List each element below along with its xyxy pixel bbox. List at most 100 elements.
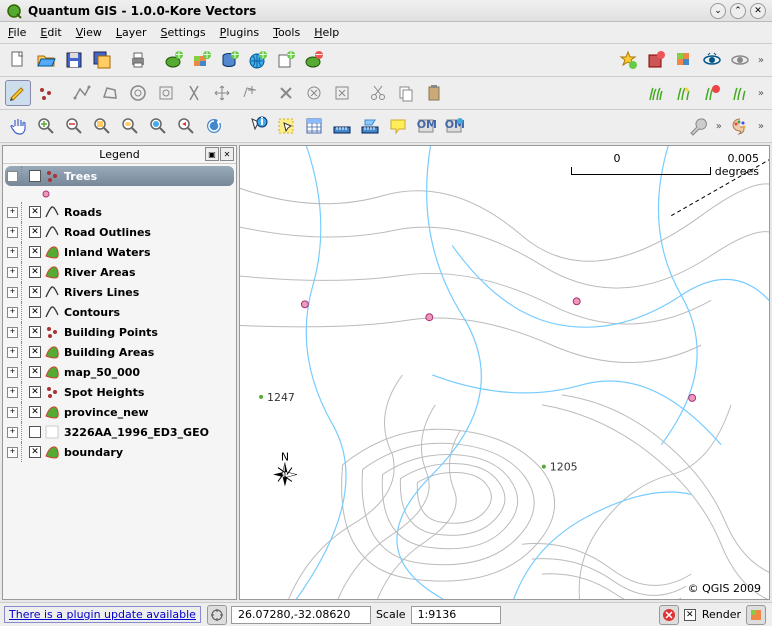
attribute-table-button[interactable]	[301, 113, 327, 139]
zoom-selection-button[interactable]	[89, 113, 115, 139]
coord-capture-button[interactable]	[207, 605, 227, 625]
expand-icon[interactable]: +	[7, 387, 18, 398]
stop-render-button[interactable]	[659, 605, 679, 625]
options-button[interactable]	[685, 113, 711, 139]
layer-visibility-checkbox[interactable]: ✕	[29, 366, 41, 378]
menu-plugins[interactable]: Plugins	[220, 26, 259, 39]
maximize-button[interactable]: ⌃	[730, 3, 746, 19]
edit-toggle-button[interactable]	[5, 80, 31, 106]
save-as-button[interactable]	[89, 47, 115, 73]
expand-icon[interactable]: +	[7, 247, 18, 258]
delete-part-button[interactable]	[329, 80, 355, 106]
menu-layer[interactable]: Layer	[116, 26, 147, 39]
expand-icon[interactable]: −	[7, 171, 18, 182]
measure-line-button[interactable]	[329, 113, 355, 139]
expand-icon[interactable]: +	[7, 227, 18, 238]
split-button[interactable]	[181, 80, 207, 106]
layer-row-roads[interactable]: +✕Roads	[5, 202, 234, 222]
zoom-full-button[interactable]	[145, 113, 171, 139]
layer-row-inland-waters[interactable]: +✕Inland Waters	[5, 242, 234, 262]
layer-visibility-checkbox[interactable]: ✕	[29, 326, 41, 338]
select-button[interactable]	[273, 113, 299, 139]
layer-visibility-checkbox[interactable]: ✕	[29, 386, 41, 398]
delete-selected-button[interactable]	[273, 80, 299, 106]
add-vector-button[interactable]: +	[161, 47, 187, 73]
layer-visibility-checkbox[interactable]	[29, 426, 41, 438]
zoom-layer-button[interactable]	[117, 113, 143, 139]
grass-tool3-button[interactable]	[699, 80, 725, 106]
layer-row-3226aa-1996-ed3-geo[interactable]: +3226AA_1996_ED3_GEO	[5, 422, 234, 442]
pan-button[interactable]	[5, 113, 31, 139]
grass-tool2-button[interactable]	[671, 80, 697, 106]
layer-visibility-checkbox[interactable]: ✕	[29, 170, 41, 182]
layer-row-rivers-lines[interactable]: +✕Rivers Lines	[5, 282, 234, 302]
layer-row-road-outlines[interactable]: +✕Road Outlines	[5, 222, 234, 242]
map-canvas[interactable]: 1247 1205 N 0 0.005 degrees © QGIS 2009	[239, 145, 770, 600]
layer-row-trees[interactable]: −✕Trees	[5, 166, 234, 186]
add-island-button[interactable]	[153, 80, 179, 106]
menu-help[interactable]: Help	[314, 26, 339, 39]
zoom-last-button[interactable]	[173, 113, 199, 139]
plugin-update-link[interactable]: There is a plugin update available	[4, 606, 201, 623]
layer-row-map-50-000[interactable]: +✕map_50_000	[5, 362, 234, 382]
add-raster-button[interactable]: +	[189, 47, 215, 73]
legend-close-button[interactable]: ✕	[220, 147, 234, 161]
layer-visibility-checkbox[interactable]: ✕	[29, 246, 41, 258]
expand-icon[interactable]: +	[7, 347, 18, 358]
menu-tools[interactable]: Tools	[273, 26, 300, 39]
layer-visibility-checkbox[interactable]: ✕	[29, 346, 41, 358]
layer-row-building-points[interactable]: +✕Building Points	[5, 322, 234, 342]
legend-undock-button[interactable]: ▣	[205, 147, 219, 161]
expand-icon[interactable]: +	[7, 327, 18, 338]
new-project-button[interactable]	[5, 47, 31, 73]
expand-icon[interactable]: +	[7, 447, 18, 458]
grass-tool1-button[interactable]	[643, 80, 669, 106]
bookmark-del-button[interactable]	[643, 47, 669, 73]
layer-row-boundary[interactable]: +✕boundary	[5, 442, 234, 462]
expand-icon[interactable]: +	[7, 427, 18, 438]
zoom-out-button[interactable]	[61, 113, 87, 139]
paste-button[interactable]	[421, 80, 447, 106]
refresh-button[interactable]	[201, 113, 227, 139]
maptips-button[interactable]	[385, 113, 411, 139]
open-project-button[interactable]	[33, 47, 59, 73]
move-vertex-button[interactable]	[237, 80, 263, 106]
layer-visibility-checkbox[interactable]: ✕	[29, 266, 41, 278]
layer-visibility-checkbox[interactable]: ✕	[29, 206, 41, 218]
layer-row-contours[interactable]: +✕Contours	[5, 302, 234, 322]
expand-icon[interactable]: +	[7, 287, 18, 298]
add-postgis-button[interactable]: +	[217, 47, 243, 73]
style-button[interactable]	[727, 113, 753, 139]
show-layers-button[interactable]	[699, 47, 725, 73]
add-wms-button[interactable]: +	[245, 47, 271, 73]
bookmark-list-button[interactable]	[671, 47, 697, 73]
layer-visibility-checkbox[interactable]: ✕	[29, 406, 41, 418]
render-checkbox[interactable]: ✕	[684, 609, 696, 621]
crs-button[interactable]	[746, 605, 766, 625]
copy-button[interactable]	[393, 80, 419, 106]
grass-tool4-button[interactable]	[727, 80, 753, 106]
toolbar3b-overflow-icon[interactable]: »	[758, 121, 764, 132]
home2-button[interactable]: HOME	[441, 113, 467, 139]
remove-layer-button[interactable]: −	[301, 47, 327, 73]
scale-input[interactable]	[411, 606, 501, 624]
layer-tree[interactable]: −✕Trees+✕Roads+✕Road Outlines+✕Inland Wa…	[3, 164, 236, 599]
layer-visibility-checkbox[interactable]: ✕	[29, 306, 41, 318]
delete-ring-button[interactable]	[301, 80, 327, 106]
layer-row-building-areas[interactable]: +✕Building Areas	[5, 342, 234, 362]
save-project-button[interactable]	[61, 47, 87, 73]
menu-settings[interactable]: Settings	[161, 26, 206, 39]
layer-row-river-areas[interactable]: +✕River Areas	[5, 262, 234, 282]
expand-icon[interactable]: +	[7, 207, 18, 218]
new-vector-button[interactable]: +	[273, 47, 299, 73]
identify-button[interactable]: i	[245, 113, 271, 139]
toolbar-overflow-icon[interactable]: »	[758, 55, 764, 66]
add-ring-button[interactable]	[125, 80, 151, 106]
print-button[interactable]	[125, 47, 151, 73]
toolbar3-overflow-icon[interactable]: »	[716, 121, 722, 132]
add-line-button[interactable]	[69, 80, 95, 106]
menu-file[interactable]: File	[8, 26, 26, 39]
expand-icon[interactable]: +	[7, 407, 18, 418]
menu-view[interactable]: View	[76, 26, 102, 39]
expand-icon[interactable]: +	[7, 307, 18, 318]
